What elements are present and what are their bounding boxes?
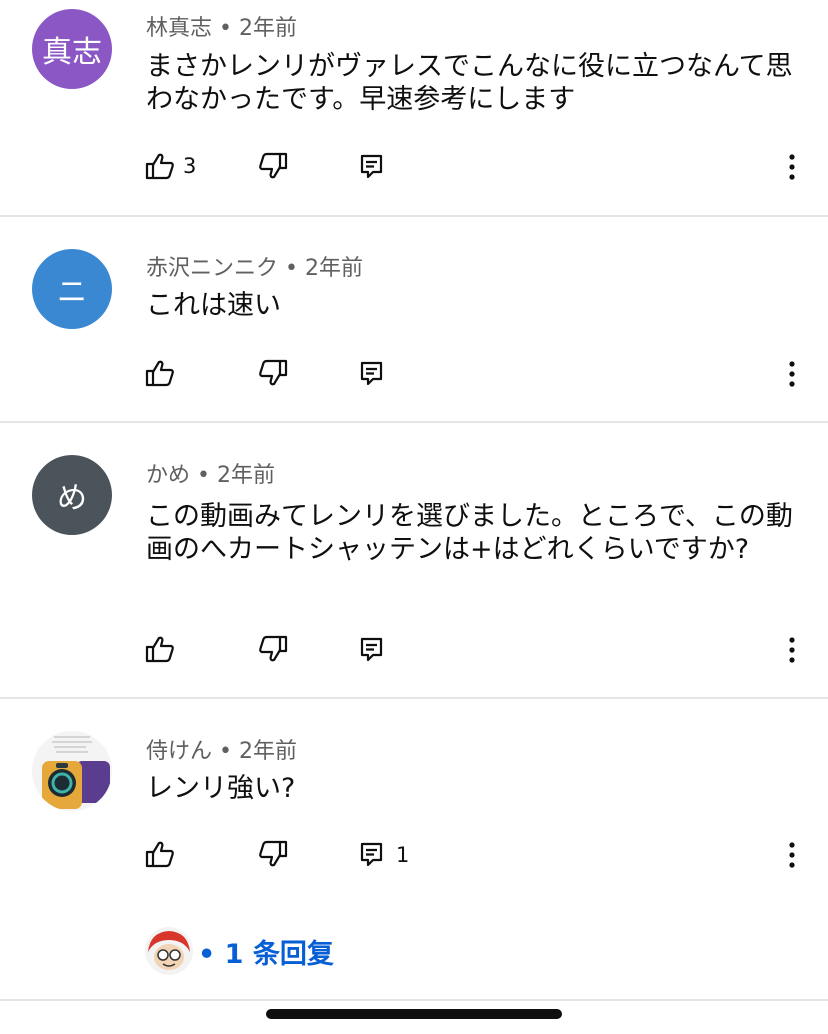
more-vert-icon [789, 637, 795, 663]
comment-time: 2年前 [239, 739, 297, 764]
comment-time: 2年前 [239, 16, 297, 41]
thumbs-down-icon [259, 152, 288, 179]
comment-item: ニ 赤沢ニンニク • 2年前 これは速い [0, 217, 828, 421]
reply-button[interactable]: 1 [360, 842, 409, 868]
like-count: 3 [183, 154, 197, 178]
like-button[interactable] [145, 840, 175, 868]
thumbs-up-icon [145, 360, 174, 387]
comment-item: 侍けん • 2年前 レンリ強い? 1 [0, 699, 828, 999]
reply-icon [360, 154, 383, 179]
meta-separator: • [197, 463, 210, 488]
reply-icon [360, 842, 383, 867]
like-button[interactable] [145, 635, 175, 663]
comment-meta: 林真志 • 2年前 [146, 10, 297, 42]
avatar[interactable]: ニ [32, 249, 112, 329]
thumbs-up-icon [145, 153, 174, 180]
reply-button[interactable] [360, 361, 384, 387]
comment-time: 2年前 [217, 463, 275, 488]
more-vert-icon [789, 154, 795, 180]
thumbs-down-icon [259, 840, 288, 867]
comment-item: め かめ • 2年前 この動画みてレンリを選びました。ところで、この動画のへカー… [0, 423, 828, 697]
more-vert-icon [789, 842, 795, 868]
avatar[interactable]: め [32, 455, 112, 535]
home-indicator[interactable] [266, 1009, 562, 1019]
comment-time: 2年前 [305, 256, 363, 281]
avatar[interactable]: 真志 [32, 9, 112, 89]
view-replies-link[interactable]: • 1 条回复 [144, 926, 334, 976]
meta-separator: • [219, 16, 232, 41]
more-options-button[interactable] [780, 358, 804, 390]
comment-divider [0, 999, 828, 1001]
comment-author[interactable]: 赤沢ニンニク [146, 256, 278, 281]
avatar[interactable] [32, 731, 112, 811]
more-vert-icon [789, 361, 795, 387]
avatar-initials: 真志 [42, 35, 102, 70]
reply-button[interactable] [360, 154, 384, 180]
comment-text: これは速い [146, 290, 281, 321]
like-button[interactable] [145, 359, 175, 387]
dislike-button[interactable] [258, 840, 288, 868]
like-button[interactable]: 3 [145, 152, 196, 180]
thumbs-down-icon [259, 635, 288, 662]
view-replies-label[interactable]: • 1 条回复 [198, 932, 334, 971]
comment-meta: 侍けん • 2年前 [146, 733, 297, 765]
avatar-initials: ニ [57, 275, 87, 310]
reply-author-avatar [145, 927, 193, 975]
more-options-button[interactable] [780, 151, 804, 183]
more-options-button[interactable] [780, 839, 804, 871]
thumbs-up-icon [145, 636, 174, 663]
comment-meta: 赤沢ニンニク • 2年前 [146, 250, 363, 282]
thumbs-down-icon [259, 359, 288, 386]
comment-author[interactable]: 侍けん [146, 739, 212, 764]
dislike-button[interactable] [258, 152, 288, 180]
meta-separator: • [285, 256, 298, 281]
reply-button[interactable] [360, 637, 384, 663]
comment-author[interactable]: 林真志 [146, 16, 212, 41]
thumbs-up-icon [145, 841, 174, 868]
reply-icon [360, 637, 383, 662]
meta-separator: • [219, 739, 232, 764]
comment-text: レンリ強い? [146, 773, 296, 804]
dislike-button[interactable] [258, 359, 288, 387]
dislike-button[interactable] [258, 635, 288, 663]
more-options-button[interactable] [780, 634, 804, 666]
avatar-image [32, 731, 112, 811]
avatar-initials: め [57, 481, 87, 516]
comment-text: まさかレンリがヴァレスでこんなに役に立つなんて思わなかったです。早速参考にします [146, 51, 793, 115]
comment-author[interactable]: かめ [146, 463, 190, 488]
reply-icon [360, 361, 383, 386]
reply-count: 1 [396, 843, 410, 867]
comment-meta: かめ • 2年前 [146, 457, 275, 489]
comment-item: 真志 林真志 • 2年前 まさかレンリがヴァレスでこんなに役に立つなんて思わなか… [0, 0, 828, 215]
comment-text: この動画みてレンリを選びました。ところで、この動画のへカートシャッテンは+はどれ… [146, 501, 793, 565]
